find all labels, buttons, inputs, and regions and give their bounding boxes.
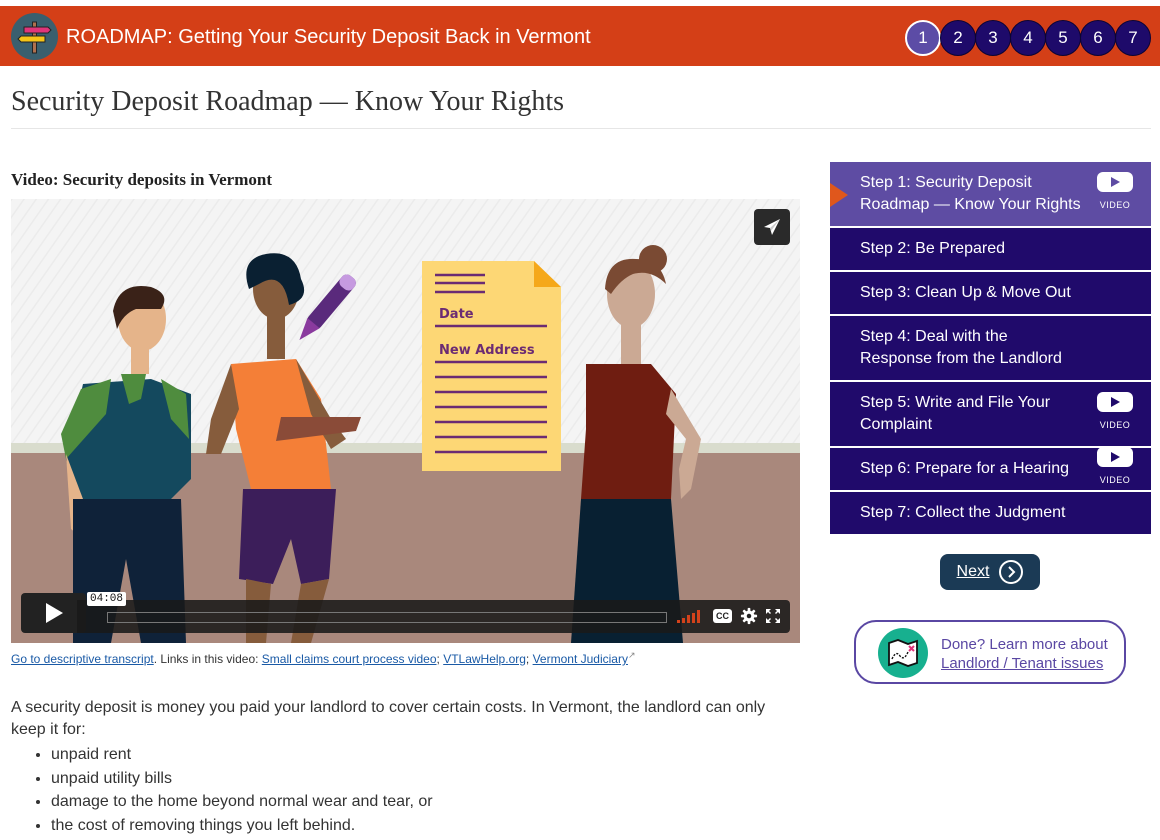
- video-play-icon: [1097, 447, 1133, 467]
- settings-gear-icon[interactable]: [740, 607, 758, 625]
- video-frame-illustration: Date New Address: [11, 199, 800, 643]
- step-label: Step 3: Clean Up & Move Out: [860, 284, 1071, 301]
- step-label: Step 6: Prepare for a Hearing: [860, 460, 1070, 477]
- signpost-icon[interactable]: [11, 13, 58, 60]
- step-label: Step 7: Collect the Judgment: [860, 504, 1066, 521]
- sidebar-step-6[interactable]: Step 6: Prepare for a Hearing VIDEO: [830, 447, 1151, 492]
- step-dot-4[interactable]: 4: [1010, 20, 1046, 56]
- intro-paragraph: A security deposit is money you paid you…: [11, 699, 766, 738]
- landlord-tenant-link-card[interactable]: Done? Learn more about Landlord / Tenant…: [854, 620, 1126, 684]
- step-label: Step 1: Security Deposit Roadmap — Know …: [860, 174, 1081, 213]
- step-dot-7[interactable]: 7: [1115, 20, 1151, 56]
- app-title: ROADMAP: Getting Your Security Deposit B…: [66, 26, 591, 48]
- done-card-text: Done? Learn more about Landlord / Tenant…: [941, 635, 1108, 673]
- done-card-line1: Done? Learn more about: [941, 636, 1108, 653]
- video-play-icon: [1097, 392, 1133, 412]
- map-icon: [878, 628, 928, 678]
- sidebar-step-5[interactable]: Step 5: Write and File Your Complaint VI…: [830, 382, 1151, 448]
- share-button[interactable]: [754, 209, 790, 245]
- sidebar-step-1[interactable]: Step 1: Security Deposit Roadmap — Know …: [830, 162, 1151, 228]
- links-intro-text: . Links in this video:: [153, 652, 262, 666]
- step-label: Step 2: Be Prepared: [860, 240, 1005, 257]
- next-button[interactable]: Next: [940, 554, 1040, 590]
- sidebar-step-4[interactable]: Step 4: Deal with the Response from the …: [830, 316, 1151, 382]
- step-dot-6[interactable]: 6: [1080, 20, 1116, 56]
- video-badge-label: VIDEO: [1099, 420, 1131, 430]
- step-pagination: 1 2 3 4 5 6 7: [905, 20, 1151, 56]
- play-icon: [45, 603, 63, 623]
- vtlawhelp-link[interactable]: VTLawHelp.org: [443, 652, 526, 666]
- video-play-icon: [1097, 172, 1133, 192]
- video-badge: VIDEO: [1097, 447, 1133, 491]
- header-bar: ROADMAP: Getting Your Security Deposit B…: [0, 6, 1160, 66]
- title-divider: [11, 128, 1151, 129]
- page-title: Security Deposit Roadmap — Know Your Rig…: [11, 86, 564, 117]
- external-link-icon: ↗: [627, 650, 636, 660]
- list-item: damage to the home beyond normal wear an…: [51, 790, 781, 814]
- list-item: the cost of removing things you left beh…: [51, 814, 781, 838]
- chevron-right-icon: [999, 560, 1024, 584]
- video-badge-label: VIDEO: [1099, 475, 1131, 485]
- step-dot-3[interactable]: 3: [975, 20, 1011, 56]
- video-heading: Video: Security deposits in Vermont: [11, 170, 272, 189]
- list-item: unpaid utility bills: [51, 767, 781, 791]
- step-dot-1[interactable]: 1: [905, 20, 941, 56]
- video-badge-label: VIDEO: [1099, 200, 1131, 210]
- small-claims-link[interactable]: Small claims court process video: [262, 652, 437, 666]
- sidebar-step-3[interactable]: Step 3: Clean Up & Move Out: [830, 272, 1151, 316]
- link-separator: ;: [525, 652, 533, 666]
- allowed-uses-list: unpaid rent unpaid utility bills damage …: [11, 743, 781, 837]
- landlord-tenant-link[interactable]: Landlord / Tenant issues: [941, 654, 1108, 673]
- sidebar-step-2[interactable]: Step 2: Be Prepared: [830, 228, 1151, 272]
- video-badge: VIDEO: [1097, 172, 1133, 216]
- step-label: Step 5: Write and File Your Complaint: [860, 394, 1051, 433]
- video-controls: CC: [77, 600, 790, 633]
- transcript-link[interactable]: Go to descriptive transcript: [11, 652, 154, 666]
- step-label: Step 4: Deal with the Response from the …: [860, 328, 1062, 367]
- list-item: unpaid rent: [51, 743, 781, 767]
- video-player[interactable]: Date New Address CC 04:08: [11, 199, 800, 643]
- steps-nav: Step 1: Security Deposit Roadmap — Know …: [830, 162, 1151, 534]
- document-address-label: New Address: [439, 343, 535, 358]
- sidebar-step-7[interactable]: Step 7: Collect the Judgment: [830, 492, 1151, 534]
- document-date-label: Date: [439, 307, 474, 322]
- step-dot-5[interactable]: 5: [1045, 20, 1081, 56]
- vermont-judiciary-link[interactable]: Vermont Judiciary: [533, 652, 628, 666]
- step-dot-2[interactable]: 2: [940, 20, 976, 56]
- time-tooltip: 04:08: [87, 592, 127, 606]
- closed-captions-button[interactable]: CC: [713, 609, 732, 623]
- next-label: Next: [956, 563, 990, 580]
- volume-icon[interactable]: [677, 610, 700, 623]
- body-content: A security deposit is money you paid you…: [11, 697, 781, 837]
- video-progress-bar[interactable]: [107, 612, 667, 623]
- video-badge: VIDEO: [1097, 392, 1133, 436]
- video-links: Go to descriptive transcript. Links in t…: [11, 650, 636, 666]
- paper-plane-icon: [764, 219, 780, 235]
- fullscreen-icon[interactable]: [765, 608, 781, 624]
